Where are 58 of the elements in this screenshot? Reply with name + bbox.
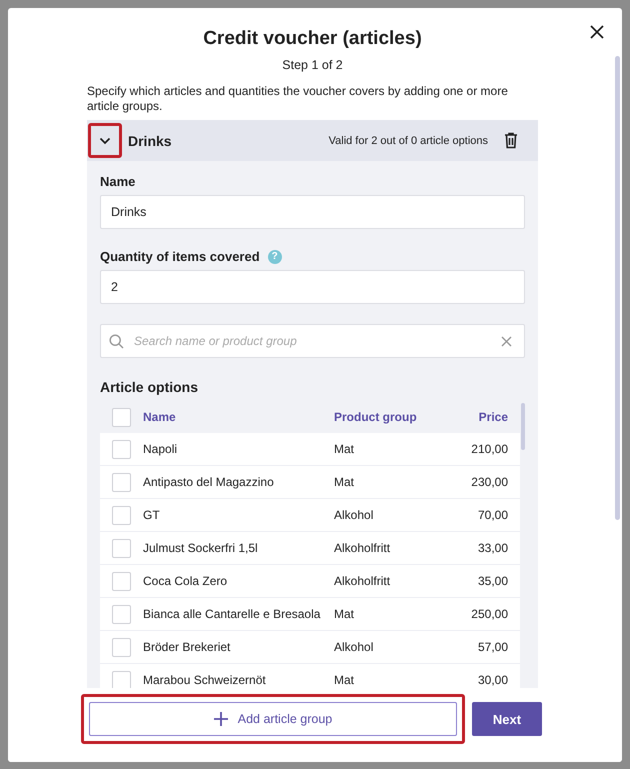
table-cell-text: 33,00 — [476, 541, 508, 555]
group-name: Drinks — [128, 132, 172, 148]
table-cell-text: Marabou Schweizernöt — [143, 673, 267, 687]
search-field[interactable]: Search name or product group — [100, 324, 525, 358]
search-icon — [109, 334, 124, 348]
field-label: Quantity of items covered — [100, 249, 260, 264]
table-cell-text: Alkoholfritt — [334, 574, 392, 588]
table-cell-text: 250,00 — [470, 607, 508, 621]
close-icon[interactable] — [590, 25, 604, 39]
add-article-group-button[interactable]: Add article group — [89, 702, 457, 736]
table-cell-text: Bröder Brekeriet — [143, 640, 232, 654]
table-cell-text: Mat — [334, 673, 356, 687]
table-cell-text: Bianca alle Cantarelle e Bresaola — [143, 607, 322, 621]
description: Specify which articles and quantities the voucher covers by adding one or more article groups. — [87, 84, 509, 114]
table-cell-text: Alkoholfritt — [334, 541, 392, 555]
checkbox[interactable] — [112, 638, 131, 656]
validity-text: Valid for 2 out of 0 article options — [328, 134, 488, 146]
checkbox[interactable] — [112, 572, 131, 590]
clear-icon[interactable] — [501, 336, 512, 346]
table-cell-text: Napoli — [143, 442, 178, 456]
checkbox[interactable] — [112, 604, 131, 624]
input-field[interactable]: Drinks — [100, 195, 525, 229]
table-cell-text: Mat — [334, 442, 356, 456]
section-title: Article options — [100, 379, 200, 395]
table-cell-text: 30,00 — [476, 673, 508, 687]
table-cell-text: Mat — [334, 607, 356, 621]
table-cell-text: Alkohol — [334, 640, 374, 654]
table-cell-text: Coca Cola Zero — [143, 574, 228, 588]
column-header[interactable]: Price — [444, 410, 508, 424]
table-cell-text: Julmust Sockerfri 1,5l — [143, 541, 259, 555]
table-cell-text: 57,00 — [476, 640, 508, 654]
table-cell-text: Mat — [334, 475, 356, 489]
plus-icon — [214, 712, 228, 726]
field-label: Name — [100, 174, 136, 189]
checkbox[interactable] — [112, 472, 131, 492]
table-cell-text: Antipasto del Magazzino — [143, 475, 275, 489]
chevron-down-icon[interactable] — [99, 136, 111, 144]
step-indicator: Step 1 of 2 — [281, 58, 344, 72]
dialog-title: Credit voucher (articles) — [202, 28, 423, 50]
checkbox[interactable] — [112, 506, 131, 524]
table-cell-text: GT — [143, 508, 161, 522]
table-cell-text: 210,00 — [470, 442, 508, 456]
column-header[interactable]: Product group — [334, 410, 444, 424]
column-header[interactable]: Name — [143, 410, 334, 424]
checkbox[interactable] — [112, 670, 131, 688]
search-input[interactable]: Search name or product group — [132, 333, 501, 349]
checkbox[interactable] — [112, 538, 131, 558]
table-cell-text: 35,00 — [476, 574, 508, 588]
trash-icon[interactable] — [504, 132, 518, 149]
table-cell-text: 230,00 — [470, 475, 508, 489]
table-cell-text: Alkohol — [334, 508, 374, 522]
checkbox[interactable] — [112, 408, 131, 426]
next-button[interactable]: Next — [472, 702, 542, 736]
checkbox[interactable] — [112, 440, 131, 458]
scrollbar[interactable] — [521, 403, 525, 450]
input-field[interactable]: 2 — [100, 270, 525, 304]
scrollbar[interactable] — [615, 56, 620, 520]
table-cell-text: 70,00 — [476, 508, 508, 522]
